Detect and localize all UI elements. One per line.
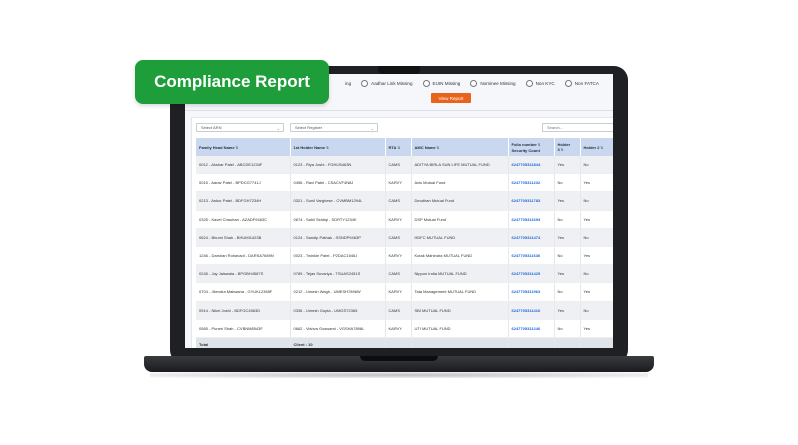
radio-circle-icon[interactable]: [564, 79, 572, 87]
column-header-family-head[interactable]: Family Head Name⇅: [196, 138, 291, 156]
laptop-screen: ing Aadhar Link Missing EUIN Missing Nomine…: [185, 74, 613, 348]
radio-circle-icon[interactable]: [361, 79, 369, 87]
divider: [185, 110, 613, 111]
column-header-first-holder[interactable]: 1st Holder Name⇅: [290, 138, 386, 156]
chevron-down-icon: ⌄: [276, 125, 280, 131]
folio-link[interactable]: 6247705311232: [508, 173, 555, 193]
table-row[interactable]: 0012 - Akshar Patel - ABCDE1234F 0123 - R…: [196, 156, 613, 175]
radio-circle-icon[interactable]: [470, 79, 478, 87]
folio-link[interactable]: 6247705311783: [508, 191, 555, 211]
folio-link[interactable]: 6247705311416: [508, 301, 555, 320]
sort-icon: ⇅: [397, 145, 401, 150]
filter-radio-option[interactable]: Nominee Missing: [470, 79, 516, 87]
view-report-button[interactable]: View Report: [431, 93, 471, 103]
filter-radio-option[interactable]: EUIN Missing: [422, 79, 461, 87]
filter-radio-option[interactable]: Non KYC: [525, 79, 555, 87]
folio-link[interactable]: 6247705311425: [508, 264, 555, 284]
table-row[interactable]: 0325 - Kavel Chauhan - AZADF9463C 0674 - …: [196, 210, 613, 229]
filter-radio-group: ing Aadhar Link Missing EUIN Missing Nomine…: [345, 78, 599, 88]
arn-select-value: Select ARN: [201, 125, 222, 130]
table-row[interactable]: 0245 - Jay Jaiswala - BPGBH4587S 0789 - T…: [196, 264, 613, 284]
table-header-row: Family Head Name⇅ 1st Holder Name⇅ RTA⇅ …: [196, 138, 613, 156]
sort-icon: ⇅: [537, 142, 541, 147]
table-row[interactable]: 0704 - Jitendra Makwana - GYUKL2365F 0212…: [196, 282, 613, 302]
search-input[interactable]: [542, 123, 613, 132]
sort-icon: ⇅: [600, 145, 604, 150]
filter-radio-option[interactable]: ing: [345, 81, 351, 86]
table-row[interactable]: 0213 - Ankur Patel - BDFGH7234H 0321 - Su…: [196, 191, 613, 211]
badge-title: Compliance Report: [154, 72, 310, 91]
report-card: Select ARN ⌄ Select Register ⌄ Family He…: [191, 117, 613, 348]
folio-link[interactable]: 6247705311636: [508, 246, 555, 266]
table-row[interactable]: 0015 - Aarav Patel - BPDCG7741J 0456 - Ra…: [196, 173, 613, 193]
filter-radio-label: Nominee Missing: [480, 80, 516, 86]
filter-radio-label: Non FATCA: [574, 80, 599, 86]
folio-link[interactable]: 6247705311963: [508, 282, 555, 302]
filter-radio-label: ing: [345, 80, 352, 86]
table-row[interactable]: 1246 - Darshan Rohavadi - DARSA7689N 0023…: [196, 246, 613, 266]
filter-radio-label: Aadhar Link Missing: [371, 80, 413, 86]
laptop-base-groove: [360, 356, 438, 361]
table-row[interactable]: 0624 - Bhumi Shah - BHUMI1423B 0124 - San…: [196, 228, 613, 247]
register-select-value: Select Register: [295, 125, 323, 130]
filter-radio-label: Non KYC: [535, 80, 555, 86]
compliance-report-badge: Compliance Report: [135, 60, 329, 104]
filter-radio-option[interactable]: Aadhar Link Missing: [361, 79, 413, 87]
folio-link[interactable]: 6247705311474: [508, 228, 555, 247]
folio-link[interactable]: 6247705311246: [508, 319, 555, 338]
radio-circle-icon[interactable]: [525, 79, 533, 87]
register-select[interactable]: Select Register ⌄: [290, 123, 378, 132]
table-total-row: Total Client : 10: [196, 337, 613, 348]
column-header-folio[interactable]: Folio number⇅ Security Count: [508, 138, 555, 156]
column-header-holder2[interactable]: Holder 2⇅: [580, 138, 613, 156]
column-header-holder3[interactable]: Holder 3⇅: [554, 138, 581, 156]
column-header-amc[interactable]: AMC Name⇅: [411, 138, 509, 156]
sort-icon: ⇅: [560, 148, 564, 152]
sort-icon: ⇅: [235, 145, 239, 150]
sort-icon: ⇅: [326, 145, 330, 150]
table-row[interactable]: 0914 - Nikel Joshi - BDFGC4563D 0336 - Um…: [196, 301, 613, 320]
filter-radio-option[interactable]: Non FATCA: [564, 79, 599, 87]
folio-link[interactable]: 6247705311693: [508, 210, 555, 229]
table-row[interactable]: 0565 - Puneri Shah - CVBNM8543F 0662 - Vi…: [196, 319, 613, 338]
column-header-rta[interactable]: RTA⇅: [385, 138, 412, 156]
laptop-shadow: [150, 372, 648, 378]
radio-circle-icon[interactable]: [422, 79, 430, 87]
chevron-down-icon: ⌄: [370, 125, 374, 131]
sort-icon: ⇅: [436, 145, 440, 150]
arn-select[interactable]: Select ARN ⌄: [196, 123, 284, 132]
compliance-table: Family Head Name⇅ 1st Holder Name⇅ RTA⇅ …: [196, 138, 613, 348]
filter-radio-label: EUIN Missing: [432, 80, 461, 86]
folio-link[interactable]: 6247705311844: [508, 156, 555, 175]
